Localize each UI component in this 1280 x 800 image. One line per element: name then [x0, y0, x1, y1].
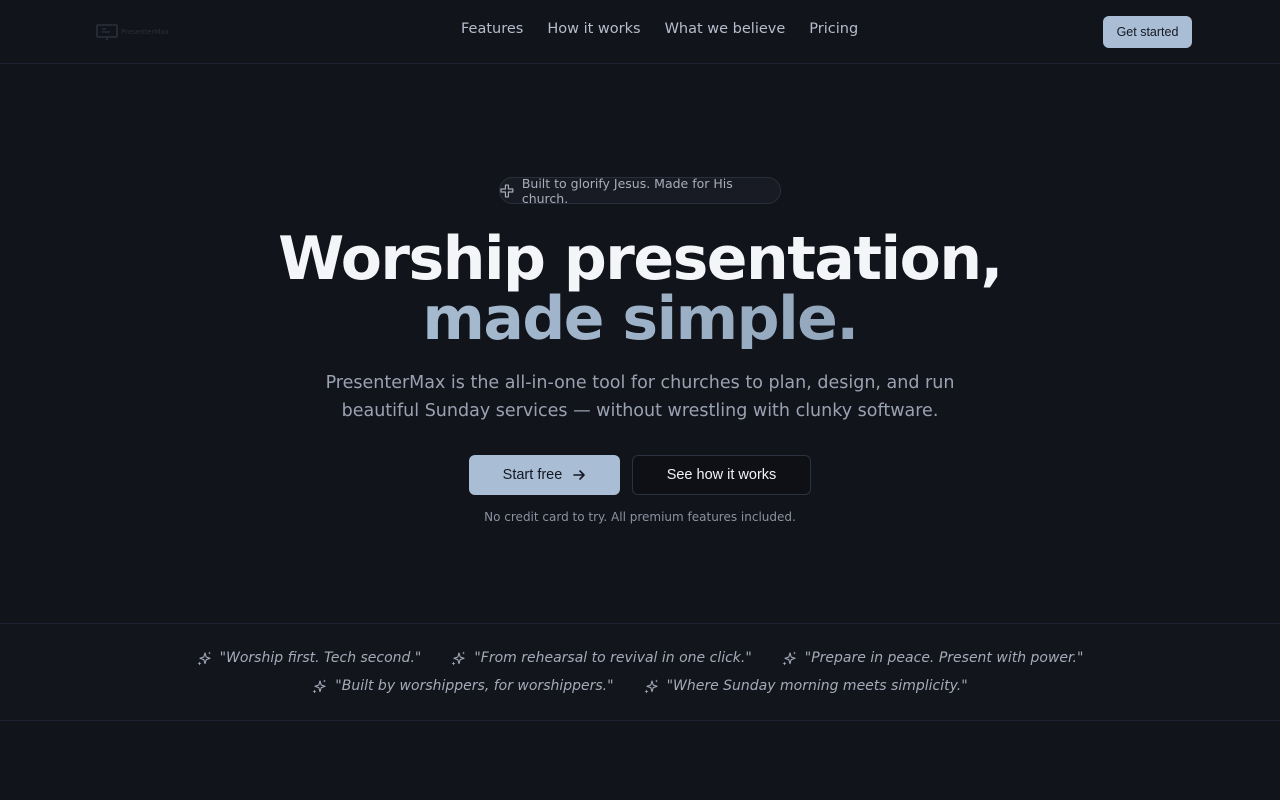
- hero-title-line2: made simple.: [0, 289, 1280, 349]
- quotes-band: "Worship first. Tech second." "From rehe…: [0, 623, 1280, 721]
- quote-text: "From rehearsal to revival in one click.…: [474, 650, 752, 666]
- quote-text: "Prepare in peace. Present with power.": [804, 650, 1084, 666]
- quote-item: "Worship first. Tech second.": [197, 648, 422, 668]
- start-free-label: Start free: [502, 467, 563, 483]
- nav-features[interactable]: Features: [461, 21, 523, 37]
- main-nav: Features How it works What we believe Pr…: [461, 21, 858, 37]
- quote-item: "From rehearsal to revival in one click.…: [451, 648, 752, 668]
- quote-text: "Built by worshippers, for worshippers.": [335, 678, 614, 694]
- sparkles-icon: [644, 679, 658, 693]
- logo[interactable]: PresenterMax: [96, 22, 169, 42]
- quotes-list: "Worship first. Tech second." "From rehe…: [80, 648, 1200, 696]
- next-section: [0, 722, 1280, 800]
- quote-item: "Where Sunday morning meets simplicity.": [644, 676, 968, 696]
- presentation-screen-icon: [96, 24, 118, 40]
- quote-text: "Where Sunday morning meets simplicity.": [666, 678, 968, 694]
- nav-pricing[interactable]: Pricing: [809, 21, 858, 37]
- see-how-it-works-button[interactable]: See how it works: [632, 455, 811, 495]
- hero-description: PresenterMax is the all-in-one tool for …: [325, 373, 955, 421]
- quote-item: "Prepare in peace. Present with power.": [782, 648, 1084, 668]
- landing-page: PresenterMax Features How it works What …: [0, 0, 1280, 800]
- sparkles-icon: [451, 651, 466, 665]
- logo-text: PresenterMax: [121, 28, 169, 36]
- quote-text: "Worship first. Tech second.": [219, 650, 422, 666]
- badge-text: Built to glorify Jesus. Made for His chu…: [521, 175, 733, 206]
- quote-item: "Built by worshippers, for worshippers.": [312, 676, 614, 696]
- sparkles-icon: [782, 651, 796, 665]
- sparkles-icon: [197, 651, 211, 665]
- hero-note: No credit card to try. All premium featu…: [484, 510, 796, 524]
- get-started-button[interactable]: Get started: [1103, 16, 1192, 48]
- sparkles-icon: [312, 679, 327, 693]
- site-header: PresenterMax Features How it works What …: [0, 0, 1280, 64]
- hero-title-line1: Worship presentation,: [278, 224, 1003, 294]
- badge-pill: Built to glorify Jesus. Made for His chu…: [499, 175, 781, 206]
- arrow-right-icon: [573, 470, 586, 480]
- start-free-button[interactable]: Start free: [469, 455, 620, 495]
- nav-how-it-works[interactable]: How it works: [547, 21, 640, 37]
- cross-icon: [500, 183, 514, 198]
- nav-what-we-believe[interactable]: What we believe: [665, 21, 786, 37]
